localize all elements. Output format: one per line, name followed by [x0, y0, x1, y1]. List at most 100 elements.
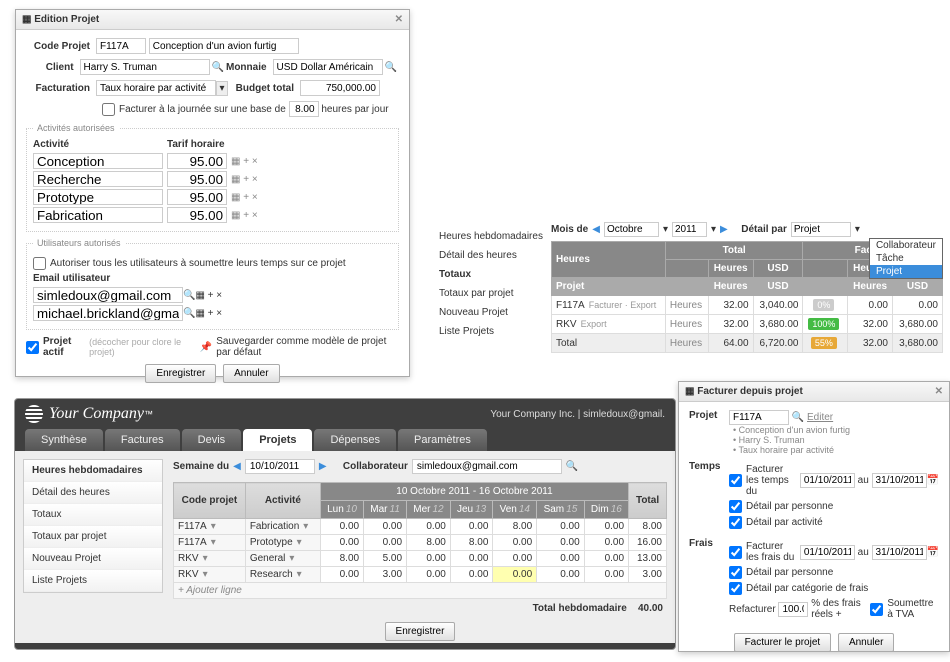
hour-cell[interactable]: 0.00 — [407, 519, 451, 535]
add-remove-icon[interactable]: ▦ + × — [231, 192, 258, 203]
proj-cell[interactable]: F117A▾ — [174, 535, 246, 551]
date-from-input[interactable] — [800, 473, 855, 488]
checkbox-actif[interactable] — [26, 341, 39, 354]
cancel-button[interactable]: Annuler — [838, 633, 894, 652]
dropdown-option[interactable]: Collaborateur — [870, 239, 942, 252]
tab-devis[interactable]: Devis — [182, 429, 242, 451]
search-icon[interactable]: 🔍 — [792, 412, 804, 423]
month-select[interactable] — [604, 222, 659, 237]
year-select[interactable] — [672, 222, 707, 237]
add-remove-icon[interactable]: ▦ + × — [231, 156, 258, 167]
save-button[interactable]: Enregistrer — [385, 622, 456, 641]
refact-pct-input[interactable] — [778, 602, 808, 617]
activity-name-input[interactable] — [33, 189, 163, 205]
left-nav-item[interactable]: Heures hebdomadaires — [24, 460, 162, 482]
hour-cell[interactable]: 5.00 — [364, 551, 407, 567]
prev-week-icon[interactable]: ◀ — [233, 461, 241, 472]
checkbox-auth-all[interactable] — [33, 257, 46, 270]
tab-factures[interactable]: Factures — [105, 429, 180, 451]
hour-cell[interactable]: 0.00 — [537, 535, 584, 551]
user-email-input[interactable] — [33, 305, 183, 321]
prev-month-icon[interactable]: ◀ — [592, 224, 600, 235]
dropdown-icon[interactable]: ▾ — [711, 224, 716, 235]
facturer-button[interactable]: Facturer le projet — [734, 633, 832, 652]
dropdown-icon[interactable]: ▾ — [216, 81, 228, 96]
activity-name-input[interactable] — [33, 207, 163, 223]
code-input[interactable] — [96, 38, 146, 54]
hour-cell[interactable]: 0.00 — [450, 567, 493, 583]
hour-cell[interactable]: 0.00 — [320, 567, 363, 583]
nav-item[interactable]: Liste Projets — [433, 322, 563, 341]
budget-input[interactable] — [300, 80, 380, 96]
hour-cell[interactable]: 0.00 — [584, 535, 628, 551]
hour-cell[interactable]: 0.00 — [364, 535, 407, 551]
hour-cell[interactable]: 0.00 — [320, 535, 363, 551]
hour-cell[interactable]: 8.00 — [450, 535, 493, 551]
tab-synthèse[interactable]: Synthèse — [25, 429, 103, 451]
edit-link[interactable]: Editer — [807, 412, 833, 423]
add-remove-icon[interactable]: ▦ + × — [231, 210, 258, 221]
close-icon[interactable]: ✕ — [935, 386, 943, 397]
desc-input[interactable] — [149, 38, 299, 54]
activity-name-input[interactable] — [33, 171, 163, 187]
act-cell[interactable]: Prototype▾ — [245, 535, 320, 551]
week-date-input[interactable] — [245, 459, 315, 474]
hour-cell[interactable]: 8.00 — [493, 519, 537, 535]
act-cell[interactable]: Fabrication▾ — [245, 519, 320, 535]
fact-mode-input[interactable] — [96, 80, 216, 96]
detail-select[interactable] — [791, 222, 851, 237]
nav-item[interactable]: Nouveau Projet — [433, 303, 563, 322]
hour-cell[interactable]: 0.00 — [584, 551, 628, 567]
act-cell[interactable]: Research▾ — [245, 567, 320, 583]
proj-input[interactable] — [729, 410, 789, 425]
left-nav-item[interactable]: Liste Projets — [24, 570, 162, 592]
dropdown-option[interactable]: Tâche — [870, 252, 942, 265]
dialog-title-bar[interactable]: ▦ Edition Projet ✕ — [16, 10, 409, 30]
client-input[interactable] — [80, 59, 210, 75]
monnaie-input[interactable] — [273, 59, 383, 75]
add-remove-icon[interactable]: ▦ + × — [231, 174, 258, 185]
tab-dépenses[interactable]: Dépenses — [314, 429, 396, 451]
search-icon[interactable]: 🔍 — [183, 290, 195, 301]
search-icon[interactable]: 🔍 — [385, 62, 397, 73]
hour-cell[interactable]: 0.00 — [493, 567, 537, 583]
search-icon[interactable]: 🔍 — [212, 62, 224, 73]
hour-cell[interactable]: 0.00 — [584, 567, 628, 583]
hour-cell[interactable]: 0.00 — [450, 519, 493, 535]
activity-rate-input[interactable] — [167, 207, 227, 223]
user-email-input[interactable] — [33, 287, 183, 303]
calendar-icon[interactable]: 📅 — [927, 547, 939, 558]
add-remove-icon[interactable]: ▦ + × — [195, 290, 222, 301]
dialog-title-bar[interactable]: ▦ Facturer depuis projet ✕ — [679, 382, 949, 402]
activity-rate-input[interactable] — [167, 171, 227, 187]
close-icon[interactable]: ✕ — [395, 14, 403, 25]
nav-item[interactable]: Totaux par projet — [433, 284, 563, 303]
left-nav-item[interactable]: Totaux par projet — [24, 526, 162, 548]
left-nav-item[interactable]: Détail des heures — [24, 482, 162, 504]
hour-cell[interactable]: 8.00 — [320, 551, 363, 567]
cb-tva[interactable] — [870, 603, 883, 616]
hour-cell[interactable]: 0.00 — [584, 519, 628, 535]
next-month-icon[interactable]: ▶ — [720, 224, 728, 235]
search-icon[interactable]: 🔍 — [566, 461, 578, 472]
frais-from-input[interactable] — [800, 545, 855, 560]
proj-cell[interactable]: RKV▾ — [174, 567, 246, 583]
calendar-icon[interactable]: 📅 — [927, 475, 939, 486]
date-to-input[interactable] — [872, 473, 927, 488]
hour-cell[interactable]: 0.00 — [407, 551, 451, 567]
next-week-icon[interactable]: ▶ — [319, 461, 327, 472]
dropdown-option[interactable]: Projet — [870, 265, 942, 278]
add-remove-icon[interactable]: ▦ + × — [195, 308, 222, 319]
dropdown-icon[interactable]: ▾ — [855, 224, 860, 235]
cb-fact-frais[interactable] — [729, 546, 742, 559]
activity-rate-input[interactable] — [167, 189, 227, 205]
collab-input[interactable] — [412, 459, 562, 474]
dropdown-icon[interactable]: ▾ — [663, 224, 668, 235]
nav-item[interactable]: Heures hebdomadaires — [433, 227, 563, 246]
cb-detail-pers[interactable] — [729, 500, 742, 513]
hour-cell[interactable]: 0.00 — [320, 519, 363, 535]
left-nav-item[interactable]: Totaux — [24, 504, 162, 526]
hour-cell[interactable]: 0.00 — [450, 551, 493, 567]
cb-fact-temps[interactable] — [729, 474, 742, 487]
hour-cell[interactable]: 0.00 — [537, 567, 584, 583]
